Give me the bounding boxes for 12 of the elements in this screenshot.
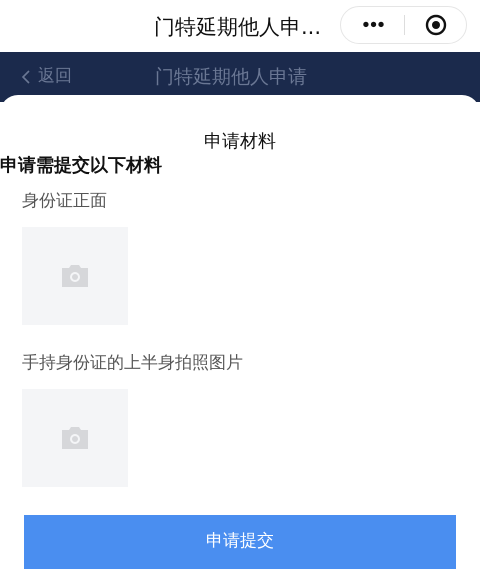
section-heading: 申请需提交以下材料 <box>0 154 163 178</box>
sheet-title: 申请材料 <box>203 130 277 154</box>
more-button[interactable]: ••• <box>341 14 404 36</box>
camera-icon <box>60 426 90 450</box>
page-title: 门特延期他人申请 <box>155 65 307 90</box>
capsule-control[interactable]: ••• <box>340 6 467 44</box>
material-label: 手持身份证的上半身拍照图片 <box>22 352 244 375</box>
window-title: 门特延期他人申... <box>154 14 322 41</box>
target-icon[interactable] <box>425 14 447 36</box>
material-label: 身份证正面 <box>22 190 108 213</box>
chevron-left-icon[interactable] <box>21 70 30 84</box>
camera-icon <box>60 264 90 288</box>
